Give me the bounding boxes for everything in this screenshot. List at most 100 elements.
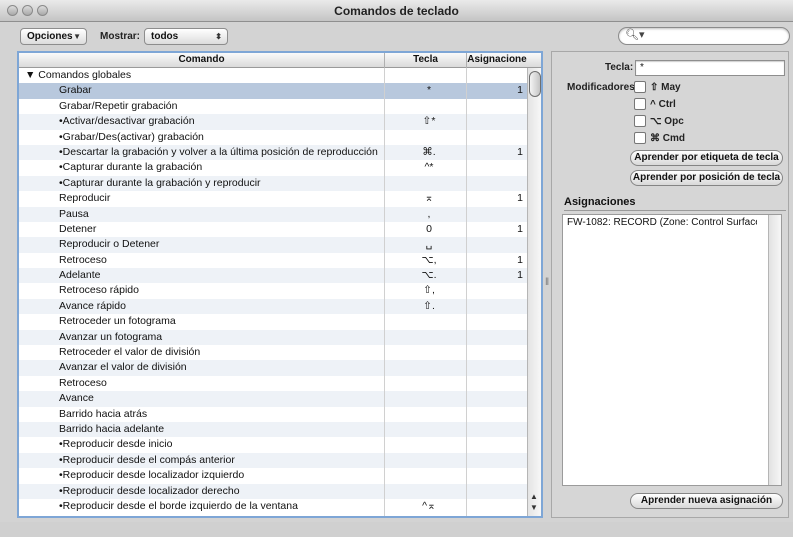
assignment-count-cell: 1 (517, 145, 523, 158)
column-header-assignments[interactable]: Asignacione (467, 54, 527, 67)
command-cell: Avance (59, 392, 94, 405)
scroll-down-icon[interactable]: ▼ (530, 503, 538, 512)
modifiers-label: Modificadores: (567, 82, 639, 93)
table-row[interactable]: •Reproducir desde localizador izquierdo (19, 468, 527, 483)
command-cell: •Activar/desactivar grabación (59, 115, 195, 128)
inspector-panel: Tecla: * Modificadores: ⇧ May ^ Ctrl ⌥ O… (551, 51, 789, 518)
table-row[interactable]: Avance (19, 391, 527, 407)
key-field[interactable]: * (635, 60, 785, 76)
table-row[interactable]: Retroceder el valor de división (19, 345, 527, 360)
table-row[interactable]: Barrido hacia atrás (19, 407, 527, 422)
table-row[interactable]: •Grabar/Des(activar) grabación (19, 130, 527, 145)
table-row[interactable]: •Descartar la grabación y volver a la úl… (19, 144, 527, 161)
shift-label: ⇧ May (650, 82, 681, 93)
table-row[interactable]: •Reproducir desde el compás anterior (19, 452, 527, 469)
column-divider (384, 68, 385, 516)
command-cell: •Descartar la grabación y volver a la úl… (59, 145, 378, 158)
command-cell: ▼ Comandos globales (25, 69, 132, 81)
show-label: Mostrar: (100, 31, 141, 42)
assignment-count-cell: 1 (517, 192, 523, 205)
table-row[interactable]: Retroceder un fotograma (19, 314, 527, 329)
command-cell: Reproducir o Detener (59, 238, 160, 251)
key-cell: ⇧. (423, 299, 435, 312)
command-cell: •Reproducir desde inicio (59, 438, 173, 451)
options-menu-label: Opciones (27, 31, 73, 42)
scroll-up-icon[interactable]: ▲ (530, 492, 538, 501)
column-header-command[interactable]: Comando (19, 54, 384, 67)
command-cell: Avance rápido (59, 299, 126, 312)
table-row[interactable]: Retroceso rápido ⇧, (19, 283, 527, 298)
command-checkbox[interactable] (634, 132, 646, 144)
command-cell: •Reproducir desde el borde izquierdo de … (59, 499, 298, 512)
assignments-title: Asignaciones (564, 196, 636, 208)
ctrl-checkbox[interactable] (634, 98, 646, 110)
table-vertical-scrollbar[interactable]: ▲ ▼ (527, 68, 541, 516)
learn-new-assignment-button[interactable]: Aprender nueva asignación (630, 493, 783, 509)
column-header-key[interactable]: Tecla (385, 54, 466, 67)
table-row[interactable]: Barrido hacia adelante (19, 421, 527, 438)
table-row[interactable]: Adelante ⌥. 1 (19, 268, 527, 284)
toolbar: Opciones ▼ Mostrar: todos ⬍ 🔍︎▾ (0, 22, 793, 48)
command-cell: Detener (59, 222, 97, 235)
key-cell: 0 (426, 222, 432, 235)
table-row[interactable]: Grabar/Repetir grabación (19, 99, 527, 114)
list-item[interactable]: FW-1082: RECORD (Zone: Control Surface (567, 217, 757, 228)
option-checkbox[interactable] (634, 115, 646, 127)
table-row[interactable]: Detener 0 1 (19, 222, 527, 237)
learn-by-key-label-button[interactable]: Aprender por etiqueta de tecla (630, 150, 783, 166)
table-row[interactable]: •Activar/desactivar grabación ⇧* (19, 114, 527, 130)
bottom-bar (0, 522, 793, 537)
table-row[interactable]: Retroceso (19, 376, 527, 391)
commands-table: Comando Tecla Asignacione ▼ Comandos glo… (17, 51, 543, 518)
table-row[interactable]: •Reproducir desde el borde izquierdo de … (19, 499, 527, 514)
search-field[interactable]: 🔍︎▾ (618, 27, 790, 45)
assignments-scrollbar[interactable] (768, 215, 781, 485)
key-cell: ␣ (425, 238, 433, 251)
show-filter-select[interactable]: todos ⬍ (144, 28, 228, 45)
shift-checkbox[interactable] (634, 81, 646, 93)
key-cell: ⌥. (421, 269, 437, 282)
table-row[interactable]: Reproducir o Detener ␣ (19, 237, 527, 253)
key-cell: * (426, 84, 432, 97)
key-label: Tecla: (605, 62, 634, 73)
command-cell: Pausa (59, 207, 89, 220)
table-row[interactable]: Avanzar un fotograma (19, 329, 527, 346)
group-row[interactable]: ▼ Comandos globales (19, 68, 527, 83)
table-row[interactable]: Reproducir ⌅ 1 (19, 191, 527, 206)
title-bar: Comandos de teclado (0, 0, 793, 22)
table-row[interactable]: •Reproducir desde localizador derecho (19, 483, 527, 499)
key-cell: ^⌅ (422, 499, 436, 512)
command-label: ⌘ Cmd (650, 133, 685, 144)
table-row[interactable]: •Capturar durante la grabación y reprodu… (19, 175, 527, 192)
table-row[interactable]: •Capturar durante la grabación ^* (19, 160, 527, 175)
command-cell: Retroceso (59, 376, 107, 389)
table-row[interactable]: •Reproducir desde inicio (19, 437, 527, 452)
option-label: ⌥ Opc (650, 116, 684, 127)
command-cell: Reproducir (59, 192, 111, 205)
command-cell: •Reproducir desde localizador derecho (59, 484, 240, 497)
command-cell: Barrido hacia adelante (59, 422, 165, 435)
table-row[interactable]: Grabar * 1 (19, 83, 527, 99)
table-row[interactable]: Avanzar el valor de división (19, 360, 527, 376)
updown-arrows-icon: ⬍ (215, 32, 222, 41)
assignment-count-cell: 1 (517, 222, 523, 235)
command-cell: Retroceder un fotograma (59, 315, 176, 328)
command-cell: •Reproducir desde el compás anterior (59, 453, 235, 466)
table-body: ▼ Comandos globales Grabar * 1 Grabar/Repeti… (19, 68, 527, 516)
scrollbar-thumb[interactable] (529, 71, 541, 97)
search-icon: 🔍︎▾ (625, 29, 645, 41)
ctrl-label: ^ Ctrl (650, 99, 676, 110)
learn-by-key-position-button[interactable]: Aprender por posición de tecla (630, 170, 783, 186)
assignments-list: FW-1082: RECORD (Zone: Control Surface (562, 214, 782, 486)
options-menu-button[interactable]: Opciones ▼ (20, 28, 87, 45)
table-row[interactable]: Retroceso ⌥, 1 (19, 253, 527, 268)
command-cell: •Capturar durante la grabación (59, 161, 203, 174)
table-row[interactable]: Avance rápido ⇧. (19, 298, 527, 315)
splitter-handle[interactable]: ‖ (545, 277, 549, 288)
keyboard-commands-window: Comandos de teclado Opciones ▼ Mostrar: … (0, 0, 793, 537)
assignment-count-cell: 1 (517, 84, 523, 97)
table-row[interactable]: Pausa, (19, 206, 527, 222)
key-cell: ⌥, (421, 253, 437, 266)
command-cell: •Capturar durante la grabación y reprodu… (59, 176, 261, 189)
key-cell: ⇧* (422, 115, 436, 128)
